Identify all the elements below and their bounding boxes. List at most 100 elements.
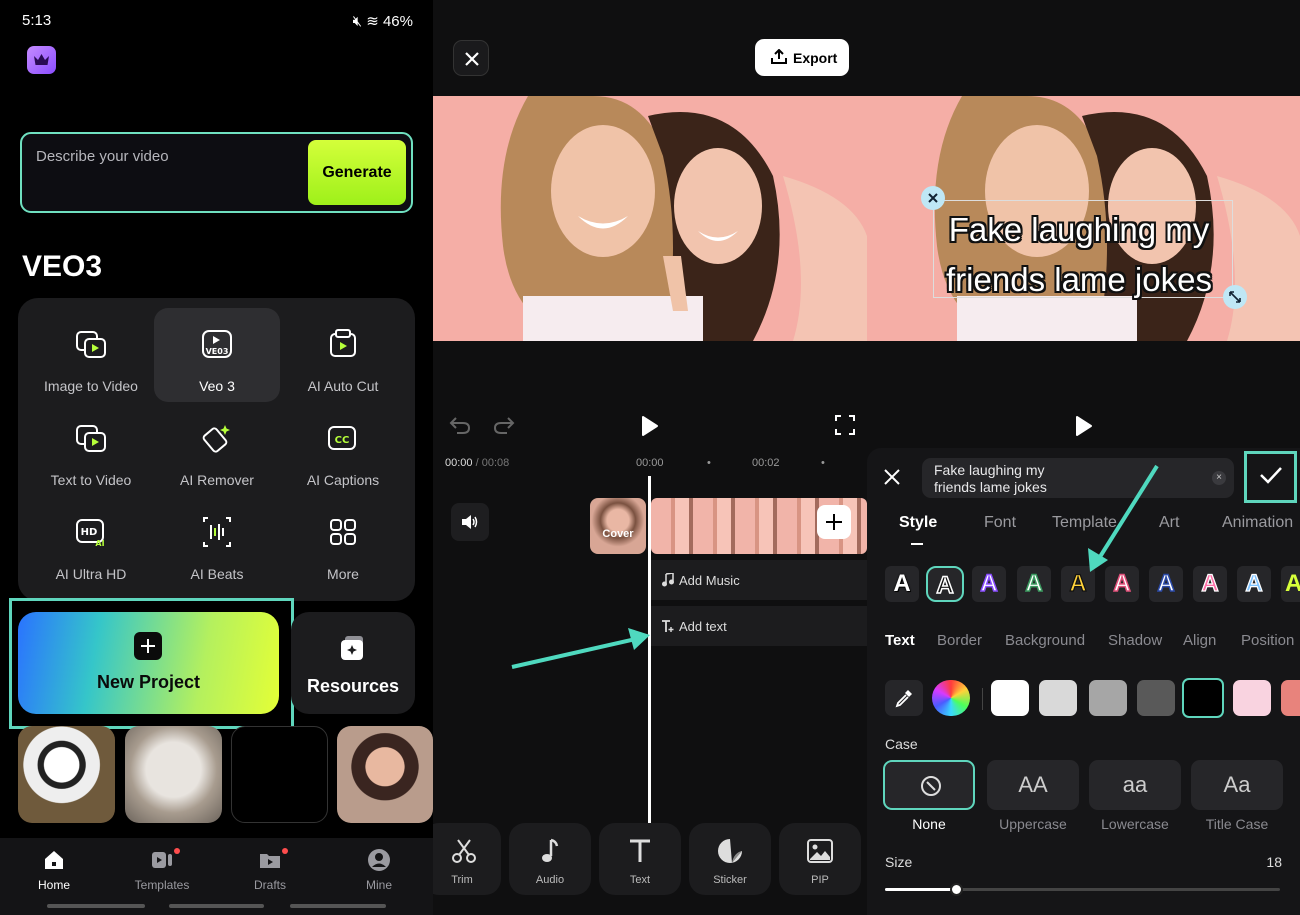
close-icon[interactable] [883, 468, 901, 486]
redo-icon[interactable] [493, 415, 515, 435]
nav-mine[interactable]: Mine [334, 848, 424, 892]
style-preset[interactable]: A [1237, 566, 1271, 602]
eyedropper-button[interactable] [885, 680, 923, 716]
color-wheel-button[interactable] [932, 680, 970, 716]
style-preset[interactable]: A [1193, 566, 1227, 602]
resize-text-handle[interactable] [1223, 285, 1247, 309]
premium-crown-button[interactable] [27, 46, 56, 74]
color-swatch[interactable] [1281, 680, 1300, 716]
add-music-track[interactable]: Add Music [651, 560, 867, 600]
checkmark-icon [1260, 467, 1282, 484]
style-preset[interactable]: A [972, 566, 1006, 602]
resources-label: Resources [306, 676, 400, 696]
media-thumbnail[interactable] [231, 726, 328, 823]
tab-font[interactable]: Font [984, 514, 1016, 532]
case-lowercase-button[interactable]: aa [1089, 760, 1181, 810]
resources-button[interactable]: Resources [291, 612, 415, 714]
cover-button[interactable]: Cover [590, 498, 646, 554]
resize-arrows-icon [1229, 291, 1241, 303]
tool-label: AI Captions [306, 472, 380, 488]
dock-label: Sticker [713, 874, 747, 886]
subtab-position[interactable]: Position [1241, 632, 1294, 649]
dock-text[interactable]: Text [599, 823, 681, 895]
subtab-border[interactable]: Border [937, 632, 982, 649]
new-project-button[interactable]: New Project [18, 612, 279, 714]
color-swatch[interactable] [1137, 680, 1175, 716]
add-music-label: Add Music [679, 573, 740, 588]
tool-image-to-video[interactable]: Image to Video [28, 308, 154, 402]
subtab-text[interactable]: Text [885, 632, 915, 649]
color-swatch[interactable] [991, 680, 1029, 716]
generate-button[interactable]: Generate [308, 140, 406, 205]
media-thumbnail[interactable] [125, 726, 222, 823]
clear-input-button[interactable]: × [1212, 471, 1226, 485]
style-preset[interactable]: A [1149, 566, 1183, 602]
text-color-row [867, 678, 1300, 718]
upload-icon [771, 49, 787, 64]
fullscreen-icon[interactable] [835, 415, 855, 435]
color-swatch[interactable] [1039, 680, 1077, 716]
style-preset[interactable]: A [1017, 566, 1051, 602]
media-thumbnail[interactable] [18, 726, 115, 823]
undo-icon[interactable] [449, 415, 471, 435]
color-swatch[interactable] [1089, 680, 1127, 716]
style-preset[interactable]: A [1061, 566, 1095, 602]
text-style-presets: A A A A A A A A A A [867, 566, 1300, 602]
text-overlay[interactable]: Fake laughing my friends lame jokes [929, 205, 1229, 305]
tool-text-to-video[interactable]: Text to Video [28, 402, 154, 496]
style-preset[interactable]: A [1105, 566, 1139, 602]
color-swatch[interactable] [1233, 680, 1271, 716]
play-icon[interactable] [641, 415, 659, 437]
delete-text-handle[interactable] [921, 186, 945, 210]
case-titlecase-button[interactable]: Aa [1191, 760, 1283, 810]
tab-art[interactable]: Art [1159, 514, 1179, 532]
tab-template[interactable]: Template [1052, 514, 1117, 532]
grid-icon [330, 519, 356, 545]
case-none-button[interactable] [883, 760, 975, 810]
text-add-icon [662, 620, 674, 632]
tool-more[interactable]: More [280, 496, 406, 590]
ruler-tick: 00:02 [752, 457, 780, 469]
nav-home[interactable]: Home [9, 848, 99, 892]
dock-audio[interactable]: Audio [509, 823, 591, 895]
style-preset[interactable]: A [1281, 566, 1300, 602]
dock-trim[interactable]: Trim [433, 823, 501, 895]
video-preview[interactable] [433, 96, 867, 341]
captions-icon: CC [328, 426, 356, 450]
tool-ai-auto-cut[interactable]: AI Auto Cut [280, 308, 406, 402]
tab-style[interactable]: Style [899, 514, 937, 532]
style-preset-selected[interactable]: A [926, 566, 964, 602]
dock-sticker[interactable]: Sticker [689, 823, 771, 895]
size-slider-track[interactable] [885, 888, 1280, 891]
subtab-align[interactable]: Align [1183, 632, 1216, 649]
case-uppercase-button[interactable]: AA [987, 760, 1079, 810]
tab-animation[interactable]: Animation [1222, 514, 1293, 532]
add-clip-button[interactable] [817, 505, 851, 539]
close-button[interactable] [453, 40, 489, 76]
tool-ai-captions[interactable]: CC AI Captions [280, 402, 406, 496]
add-text-track[interactable]: Add text [651, 606, 867, 646]
tool-ai-remover[interactable]: AI Remover [154, 402, 280, 496]
export-button[interactable]: Export [755, 39, 849, 76]
subtab-shadow[interactable]: Shadow [1108, 632, 1162, 649]
timecode: 00:00 / 00:08 [445, 457, 509, 469]
dock-pip[interactable]: PIP [779, 823, 861, 895]
media-thumbnail[interactable] [337, 726, 433, 823]
nav-templates[interactable]: Templates [117, 848, 207, 892]
subtab-background[interactable]: Background [1005, 632, 1085, 649]
prompt-input[interactable]: Describe your video [36, 148, 169, 165]
play-icon[interactable] [1075, 415, 1093, 437]
tool-ai-ultra-hd[interactable]: HD AI AI Ultra HD [28, 496, 154, 590]
color-swatch[interactable] [1182, 678, 1224, 718]
playhead[interactable] [648, 476, 651, 824]
style-preset[interactable]: A [885, 566, 919, 602]
tool-ai-beats[interactable]: AI Beats [154, 496, 280, 590]
tool-veo3[interactable]: VE03 Veo 3 [154, 308, 280, 402]
text-property-tabs: Text Border Background Shadow Align Posi… [867, 632, 1300, 652]
prompt-box[interactable]: Describe your video Generate [20, 132, 413, 213]
size-slider-knob[interactable] [950, 883, 964, 896]
text-content-input[interactable]: Fake laughing my friends lame jokes × [922, 458, 1234, 498]
mute-clip-button[interactable] [451, 503, 489, 541]
nav-drafts[interactable]: Drafts [225, 848, 315, 892]
ai-tools-grid: Image to Video VE03 Veo 3 AI Auto Cut Te… [18, 298, 415, 601]
